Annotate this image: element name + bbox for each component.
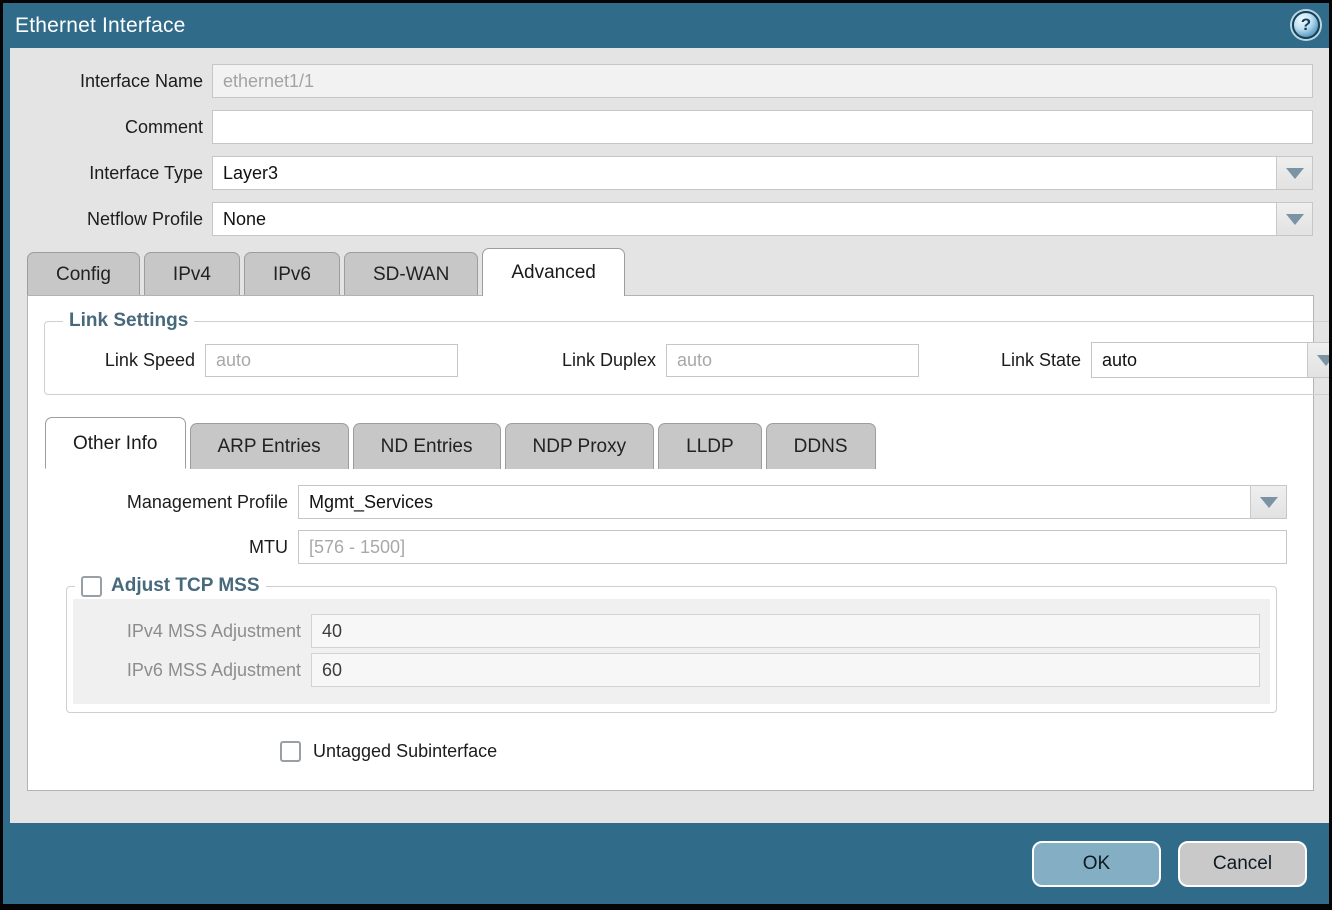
untagged-subinterface-row: Untagged Subinterface xyxy=(280,741,1313,762)
management-profile-dropdown-button[interactable] xyxy=(1250,486,1286,518)
chevron-down-icon xyxy=(1286,214,1304,225)
subtab-arp-entries[interactable]: ARP Entries xyxy=(190,423,349,469)
comment-row: Comment xyxy=(10,110,1313,144)
untagged-subinterface-label: Untagged Subinterface xyxy=(313,741,497,762)
ipv6-mss-input xyxy=(311,653,1260,687)
adjust-tcp-mss-checkbox[interactable] xyxy=(81,576,102,597)
chevron-down-icon xyxy=(1260,497,1278,508)
adjust-tcp-mss-legend-text: Adjust TCP MSS xyxy=(111,575,260,597)
subtab-other-info[interactable]: Other Info xyxy=(45,417,186,469)
dialog-body: Interface Name Comment Interface Type La… xyxy=(10,48,1329,823)
untagged-subinterface-checkbox[interactable] xyxy=(280,741,301,762)
chevron-down-icon xyxy=(1317,355,1330,366)
link-state-label: Link State xyxy=(981,350,1081,371)
interface-name-label: Interface Name xyxy=(10,71,203,92)
link-speed-input[interactable] xyxy=(205,344,458,377)
ethernet-interface-dialog: Ethernet Interface ? Interface Name Comm… xyxy=(0,0,1332,910)
advanced-tab-panel: Link Settings Link Speed Link Duplex Lin… xyxy=(27,295,1314,791)
management-profile-value: Mgmt_Services xyxy=(309,492,433,513)
tab-advanced[interactable]: Advanced xyxy=(482,248,625,296)
adjust-tcp-mss-legend: Adjust TCP MSS xyxy=(75,575,266,597)
dialog-title: Ethernet Interface xyxy=(15,14,186,38)
interface-type-dropdown[interactable]: Layer3 xyxy=(212,156,1313,190)
ipv4-mss-label: IPv4 MSS Adjustment xyxy=(73,621,301,642)
link-duplex-label: Link Duplex xyxy=(506,350,656,371)
link-settings-group: Link Settings Link Speed Link Duplex Lin… xyxy=(44,310,1329,395)
help-icon[interactable]: ? xyxy=(1292,11,1320,39)
adjust-tcp-mss-group: Adjust TCP MSS IPv4 MSS Adjustment IPv6 … xyxy=(66,575,1277,713)
link-speed-label: Link Speed xyxy=(55,350,195,371)
subtab-ddns[interactable]: DDNS xyxy=(766,423,876,469)
netflow-profile-value: None xyxy=(223,209,266,230)
tab-ipv4[interactable]: IPv4 xyxy=(144,252,240,295)
comment-input[interactable] xyxy=(212,110,1313,144)
interface-type-label: Interface Type xyxy=(10,163,203,184)
netflow-profile-dropdown[interactable]: None xyxy=(212,202,1313,236)
netflow-profile-dropdown-button[interactable] xyxy=(1276,203,1312,235)
link-settings-legend: Link Settings xyxy=(63,310,194,332)
interface-name-input xyxy=(212,64,1313,98)
sub-tabs: Other Info ARP Entries ND Entries NDP Pr… xyxy=(28,417,1313,469)
management-profile-row: Management Profile Mgmt_Services xyxy=(28,485,1287,519)
interface-type-dropdown-button[interactable] xyxy=(1276,157,1312,189)
ipv6-mss-row: IPv6 MSS Adjustment xyxy=(73,653,1270,687)
link-duplex-input[interactable] xyxy=(666,344,919,377)
interface-name-row: Interface Name xyxy=(10,64,1313,98)
subtab-ndp-proxy[interactable]: NDP Proxy xyxy=(505,423,655,469)
comment-label: Comment xyxy=(10,117,203,138)
mss-fields-box: IPv4 MSS Adjustment IPv6 MSS Adjustment xyxy=(73,599,1270,704)
ipv4-mss-row: IPv4 MSS Adjustment xyxy=(73,614,1270,648)
subtab-lldp[interactable]: LLDP xyxy=(658,423,762,469)
tab-config[interactable]: Config xyxy=(27,252,140,295)
link-settings-row: Link Speed Link Duplex Link State auto xyxy=(55,342,1329,378)
other-info-panel: Management Profile Mgmt_Services MTU xyxy=(28,469,1313,564)
dialog-titlebar: Ethernet Interface ? xyxy=(3,3,1329,48)
cancel-button[interactable]: Cancel xyxy=(1178,841,1307,887)
interface-type-value: Layer3 xyxy=(223,163,278,184)
netflow-profile-row: Netflow Profile None xyxy=(10,202,1313,236)
mtu-input[interactable] xyxy=(298,530,1287,564)
ipv6-mss-label: IPv6 MSS Adjustment xyxy=(73,660,301,681)
link-state-dropdown-button[interactable] xyxy=(1307,343,1329,377)
netflow-profile-label: Netflow Profile xyxy=(10,209,203,230)
management-profile-label: Management Profile xyxy=(28,492,288,513)
header-form: Interface Name Comment Interface Type La… xyxy=(10,48,1329,248)
mtu-label: MTU xyxy=(28,537,288,558)
ipv4-mss-input xyxy=(311,614,1260,648)
link-state-dropdown[interactable]: auto xyxy=(1091,342,1329,378)
tab-ipv6[interactable]: IPv6 xyxy=(244,252,340,295)
tab-sdwan[interactable]: SD-WAN xyxy=(344,252,478,295)
mtu-row: MTU xyxy=(28,530,1287,564)
ok-button[interactable]: OK xyxy=(1032,841,1161,887)
interface-type-row: Interface Type Layer3 xyxy=(10,156,1313,190)
dialog-footer: OK Cancel xyxy=(3,823,1329,904)
link-state-value: auto xyxy=(1102,350,1137,371)
management-profile-dropdown[interactable]: Mgmt_Services xyxy=(298,485,1287,519)
subtab-nd-entries[interactable]: ND Entries xyxy=(353,423,501,469)
chevron-down-icon xyxy=(1286,168,1304,179)
main-tabs: Config IPv4 IPv6 SD-WAN Advanced xyxy=(10,248,1329,295)
